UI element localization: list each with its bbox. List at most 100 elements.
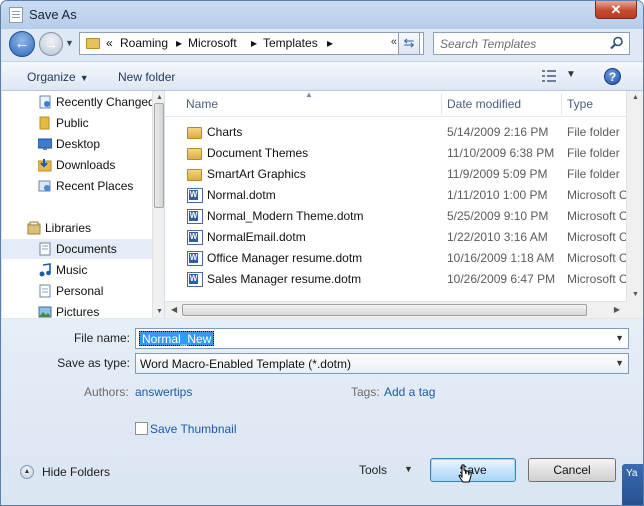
sidebar-scrollbar[interactable]: ▲ ▼ [152,91,164,318]
scroll-down-icon[interactable]: ▼ [156,308,163,315]
chevron-down-icon[interactable]: ▼ [404,464,413,474]
sidebar-item-downloads[interactable]: Downloads [2,155,152,175]
add-tag-link[interactable]: Add a tag [384,385,435,399]
sidebar-item-label: Documents [56,242,117,256]
recent-pages-dropdown[interactable]: ▼ [65,38,74,48]
close-icon: ✕ [610,2,622,17]
cancel-button[interactable]: Cancel [528,458,616,482]
file-row[interactable]: Normal_Modern Theme.dotm 5/25/2009 9:10 … [165,206,643,227]
file-type: File folder [567,167,620,181]
file-name-field[interactable]: Normal_New ▼ [135,328,629,349]
word-template-icon [187,188,203,203]
personal-icon [39,284,51,298]
chevron-down-icon[interactable]: ▼ [615,358,624,368]
breadcrumb-microsoft[interactable]: Microsoft [188,36,237,50]
window-title: Save As [29,7,77,22]
word-template-icon [187,272,203,287]
file-name: Normal_Modern Theme.dotm [207,209,364,223]
file-row[interactable]: Normal.dotm 1/11/2010 1:00 PM Microsoft … [165,185,643,206]
documents-icon [39,242,51,256]
sidebar-scroll-thumb[interactable] [154,103,164,208]
sidebar-item-recently-changed[interactable]: Recently Changed [2,92,152,112]
downloads-icon [38,159,52,172]
forward-button[interactable]: → [39,32,63,56]
column-divider[interactable] [441,93,442,115]
sidebar-item-personal[interactable]: Personal [2,281,152,301]
scroll-up-icon[interactable]: ▲ [156,94,163,101]
edge-tab[interactable]: Ya [622,464,643,505]
recent-icon [39,95,51,109]
column-divider[interactable] [561,93,562,115]
scrollbar-corner [626,301,643,318]
file-list-horizontal-scrollbar[interactable]: ◀ ▶ [165,301,626,318]
file-type: Microsoft Of [567,272,632,286]
breadcrumb-separator[interactable]: ▸ [251,36,257,50]
back-button[interactable]: ← [9,31,35,57]
file-name: NormalEmail.dotm [207,230,306,244]
new-folder-button[interactable]: New folder [118,70,175,84]
file-row[interactable]: Office Manager resume.dotm 10/16/2009 1:… [165,248,643,269]
address-history-dropdown[interactable]: « [391,36,397,48]
refresh-icon: ⇆ [403,35,415,50]
breadcrumb-overflow[interactable]: « [106,36,113,50]
search-input[interactable] [438,35,603,52]
scroll-right-icon[interactable]: ▶ [614,305,620,314]
breadcrumb-templates[interactable]: Templates [263,36,318,50]
save-as-type-select[interactable]: Word Macro-Enabled Template (*.dotm) ▼ [135,353,629,374]
hide-folders-label: Hide Folders [42,465,111,479]
folder-icon [187,169,202,181]
save-thumbnail-checkbox[interactable] [135,422,148,435]
sidebar-item-label: Recently Changed [56,95,152,109]
views-icon[interactable] [542,70,556,82]
close-button[interactable]: ✕ [595,1,637,19]
file-row[interactable]: NormalEmail.dotm 1/22/2010 3:16 AM Micro… [165,227,643,248]
sidebar-item-pictures[interactable]: Pictures [2,302,152,318]
folder-icon [187,148,202,160]
address-bar[interactable]: « Roaming ▸ Microsoft ▸ Templates ▸ « [79,32,424,55]
file-row[interactable]: Document Themes 11/10/2009 6:38 PM File … [165,143,643,164]
folder-icon [39,116,50,130]
breadcrumb-separator[interactable]: ▸ [327,36,333,50]
chevron-down-icon[interactable]: ▼ [615,333,624,343]
refresh-button[interactable]: ⇆ [398,32,420,55]
pictures-icon [38,306,52,318]
search-box[interactable] [433,32,630,55]
file-date: 5/25/2009 9:10 PM [447,209,549,223]
libraries-icon [27,221,41,235]
title-bar[interactable]: Save As ✕ [1,1,643,29]
column-header: ▲ Name Date modified Type [165,91,643,117]
file-name-input-value[interactable]: Normal_New [139,331,215,346]
file-row[interactable]: Charts 5/14/2009 2:16 PM File folder [165,122,643,143]
column-date-modified[interactable]: Date modified [447,97,521,111]
sidebar-item-music[interactable]: Music [2,260,152,280]
search-icon[interactable] [610,36,624,50]
column-type[interactable]: Type [567,97,593,111]
breadcrumb-separator[interactable]: ▸ [176,36,182,50]
file-row[interactable]: SmartArt Graphics 11/9/2009 5:09 PM File… [165,164,643,185]
scroll-down-icon[interactable]: ▼ [632,291,639,298]
authors-value[interactable]: answertips [135,385,192,399]
organize-button[interactable]: Organize ▼ [27,70,89,84]
file-name: Normal.dotm [207,188,276,202]
back-arrow-icon: ← [14,35,30,52]
scroll-left-icon[interactable]: ◀ [171,305,177,314]
save-button[interactable]: Save [430,458,516,482]
scroll-up-icon[interactable]: ▲ [632,94,639,101]
sidebar-item-documents[interactable]: Documents [2,239,152,259]
word-template-icon [187,209,203,224]
file-list-vertical-scrollbar[interactable]: ▲ ▼ [626,91,643,301]
sidebar-item-libraries[interactable]: Libraries [2,218,152,238]
sidebar-item-public[interactable]: Public [2,113,152,133]
breadcrumb-roaming[interactable]: Roaming [120,36,168,50]
column-name[interactable]: Name [186,97,218,111]
views-dropdown[interactable]: ▼ [566,69,576,80]
sidebar-item-desktop[interactable]: Desktop [2,134,152,154]
tools-button[interactable]: Tools [359,463,387,477]
sidebar-item-label: Downloads [56,158,116,172]
sidebar-item-recent-places[interactable]: Recent Places [2,176,152,196]
file-row[interactable]: Sales Manager resume.dotm 10/26/2009 6:4… [165,269,643,290]
horizontal-scroll-thumb[interactable] [182,304,587,316]
save-thumbnail-label[interactable]: Save Thumbnail [150,422,237,436]
help-icon[interactable]: ? [604,68,621,85]
navigation-pane: Recently Changed Public Desktop Download… [2,91,165,318]
